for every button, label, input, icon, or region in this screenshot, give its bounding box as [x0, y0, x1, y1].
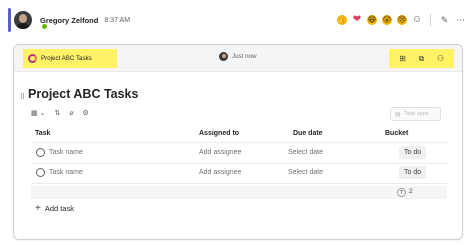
add-task-button[interactable]: + Add task [35, 203, 74, 214]
loop-app-icon [28, 54, 37, 63]
settings-icon[interactable]: ⚙ [83, 109, 89, 117]
message-header: Gregory Zelfond 8:37 AM 👍 ❤ 😆 😮 😢 ☺ ✎ ⋯ [14, 9, 470, 31]
column-header-assigned[interactable]: Assigned to [199, 130, 239, 137]
assignee-cell[interactable]: Add assignee [199, 169, 241, 176]
laugh-icon[interactable]: 😆 [367, 15, 377, 25]
column-header-due[interactable]: Due date [293, 130, 323, 137]
avatar[interactable] [14, 11, 32, 29]
task-name-cell[interactable]: Task name [49, 149, 83, 156]
task-apps-icon: ▤ [395, 111, 401, 118]
add-task-label: Add task [44, 204, 75, 213]
message-time: 8:37 AM [104, 16, 131, 24]
assignee-cell[interactable]: Add assignee [199, 149, 241, 156]
table-row[interactable]: Task name Add assignee Select date To do [31, 163, 447, 183]
complete-task-checkbox[interactable] [36, 148, 45, 157]
drag-handle-icon[interactable]: ⠿ [20, 93, 25, 101]
divider [31, 183, 447, 184]
presence-available-icon [41, 23, 48, 30]
more-options-icon[interactable]: ⋯ [455, 15, 466, 26]
plan-title: Project ABC Tasks [28, 87, 139, 101]
due-date-cell[interactable]: Select date [288, 169, 323, 176]
edit-icon[interactable]: ✎ [439, 15, 450, 26]
column-header-task[interactable]: Task [35, 130, 50, 137]
add-reaction-icon[interactable]: ☺ [412, 15, 422, 25]
card-actions-highlight: ⊞ ⧉ ⚇ [389, 49, 454, 68]
sad-icon[interactable]: 😢 [397, 15, 407, 25]
heart-icon[interactable]: ❤ [352, 15, 362, 25]
view-options-icon[interactable]: ▦ ⌄ [31, 109, 45, 117]
reaction-bar: 👍 ❤ 😆 😮 😢 ☺ ✎ ⋯ [337, 14, 466, 26]
bucket-cell[interactable]: To do [399, 146, 427, 159]
bucket-cell[interactable]: To do [399, 166, 427, 179]
copy-icon[interactable]: ⧉ [416, 54, 428, 64]
message-accent-bar [8, 8, 11, 32]
bucket-count-badge: T [397, 188, 406, 197]
task-apps-button[interactable]: ▤ Task apps [390, 107, 441, 121]
task-apps-label: Task apps [403, 111, 429, 117]
task-name-cell[interactable]: Task name [49, 169, 83, 176]
sort-icon[interactable]: ⇅ [54, 109, 60, 117]
avatar [219, 52, 228, 61]
table-row[interactable]: Task name Add assignee Select date To do [31, 143, 447, 163]
complete-task-checkbox[interactable] [36, 168, 45, 177]
bucket-count: 2 [409, 188, 413, 195]
summary-row: T 2 [31, 186, 447, 199]
card-top-bar: Project ABC Tasks Just now ⊞ ⧉ ⚇ [14, 45, 462, 72]
table-toolbar: ▦ ⌄ ⇅ ⌀ ⚙ [31, 109, 89, 117]
shared-status: Just now [219, 52, 256, 61]
due-date-cell[interactable]: Select date [288, 149, 323, 156]
surprised-icon[interactable]: 😮 [382, 15, 392, 25]
like-icon[interactable]: 👍 [337, 15, 347, 25]
app-title-highlight: Project ABC Tasks [23, 49, 117, 68]
divider [430, 14, 431, 26]
planner-card: Project ABC Tasks Just now ⊞ ⧉ ⚇ ⠿ Proje… [13, 44, 463, 240]
plus-icon: + [35, 203, 41, 214]
hide-fields-icon[interactable]: ⌀ [69, 109, 73, 117]
grid-apps-icon[interactable]: ⊞ [397, 54, 409, 63]
column-header-bucket[interactable]: Bucket [385, 130, 408, 137]
sender-name[interactable]: Gregory Zelfond [40, 16, 98, 25]
shared-time: Just now [232, 53, 257, 60]
app-title[interactable]: Project ABC Tasks [41, 55, 92, 62]
share-people-icon[interactable]: ⚇ [435, 54, 447, 63]
